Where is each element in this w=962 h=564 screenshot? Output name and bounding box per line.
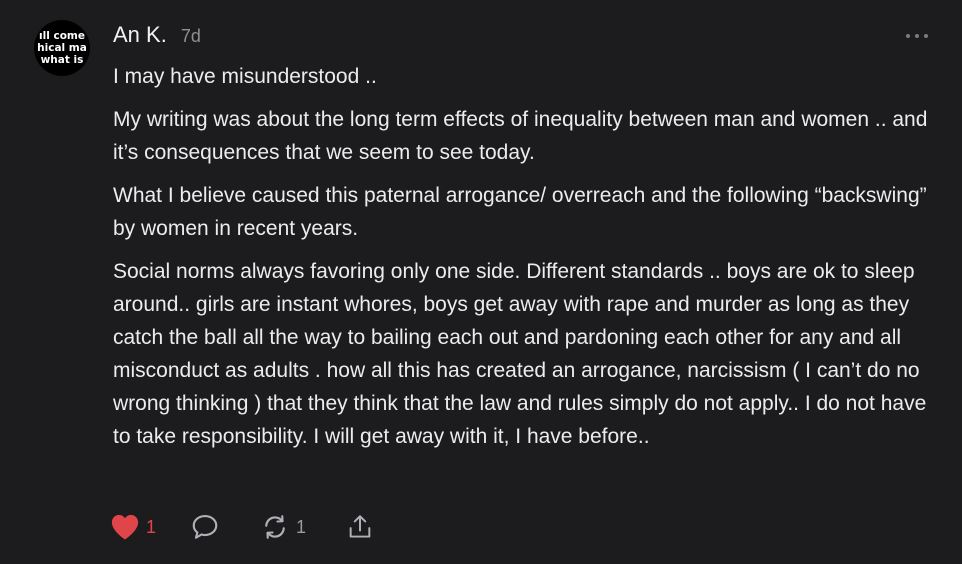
reply-button[interactable] — [190, 512, 220, 542]
restack-count: 1 — [296, 516, 307, 537]
avatar-text-line: hical ma — [37, 42, 87, 54]
comment-paragraph: I may have misunderstood .. — [113, 65, 377, 88]
avatar-text-line: what is — [40, 54, 84, 66]
like-button[interactable]: 1 — [110, 513, 156, 541]
comment-paragraph: My writing was about the long term effec… — [113, 108, 928, 164]
like-count: 1 — [146, 516, 157, 537]
comment-body: I may have misunderstood .. My writing w… — [113, 60, 943, 453]
avatar[interactable]: ıll come hical ma what is — [34, 20, 90, 76]
heart-icon — [111, 514, 139, 540]
comment-header: An K. 7d — [113, 22, 201, 48]
share-upload-icon — [349, 515, 371, 538]
avatar-text-line: ıll come — [39, 30, 85, 42]
restack-arrows-icon — [265, 515, 285, 539]
author-name[interactable]: An K. — [113, 22, 167, 48]
restack-button[interactable]: 1 — [260, 512, 306, 542]
comment-actions: 1 1 — [110, 510, 374, 544]
comment-paragraph: Social norms always favoring only one si… — [113, 260, 927, 448]
share-button[interactable] — [346, 512, 374, 542]
comment-paragraph: What I believe caused this paternal arro… — [113, 184, 927, 240]
speech-bubble-icon — [192, 514, 218, 539]
more-options-icon[interactable] — [906, 33, 928, 39]
comment-timestamp[interactable]: 7d — [181, 26, 201, 47]
